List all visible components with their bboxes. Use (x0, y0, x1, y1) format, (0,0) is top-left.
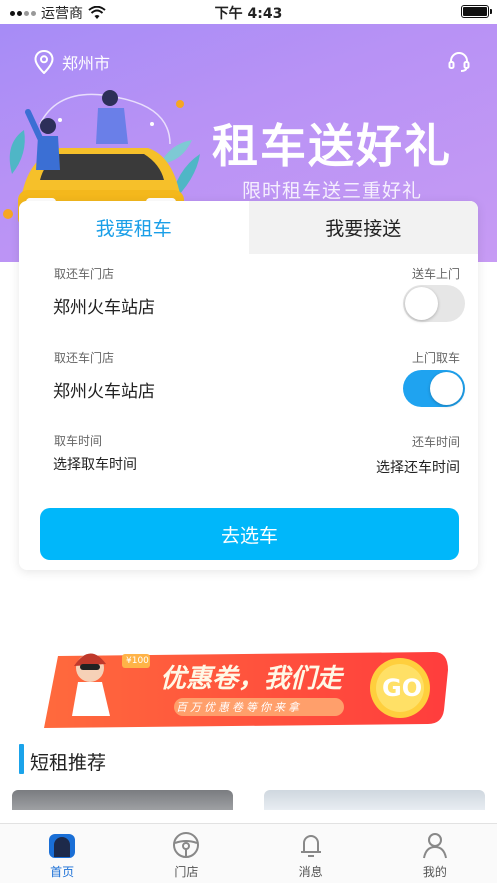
return-time-value[interactable]: 选择还车时间 (376, 457, 460, 477)
pickup-store-label: 取还车门店 (54, 267, 115, 281)
pickup-time-label: 取车时间 (54, 434, 103, 448)
hero-subtitle: 限时租车送三重好礼 (242, 180, 423, 202)
bottom-tab-bar: 首页 门店 消息 我的 (0, 823, 497, 883)
headset-icon (448, 52, 470, 72)
status-bar: 运营商 下午 4:43 (0, 0, 497, 24)
toggle-knob (430, 372, 463, 405)
tab-pickup-service[interactable]: 我要接送 (248, 201, 478, 254)
recommend-card-image[interactable] (264, 790, 485, 810)
bell-icon (300, 835, 321, 857)
return-time-label: 还车时间 (411, 435, 460, 449)
section-title: 短租推荐 (30, 752, 107, 774)
tab-home-label: 首页 (50, 865, 75, 879)
tab-messages-label: 消息 (298, 865, 323, 879)
tab-rent-car[interactable]: 我要租车 (19, 201, 249, 254)
banner-title: 优惠卷，我们走 (160, 664, 343, 694)
hero-title: 租车送好礼 (212, 119, 452, 173)
user-icon (422, 833, 447, 859)
tab-profile[interactable]: 我的 (373, 824, 497, 883)
booking-card: 我要租车 我要接送 取还车门店 郑州火车站店 送车上门 取还车门店 郑州火车站店… (19, 201, 478, 570)
return-store-label: 取还车门店 (54, 351, 115, 365)
banner-go-label: GO (382, 674, 423, 702)
steering-wheel-icon (173, 832, 200, 858)
tab-stores-label: 门店 (174, 865, 199, 879)
tab-home[interactable]: 首页 (0, 824, 124, 883)
recommend-card-image[interactable] (12, 790, 233, 810)
toggle-knob (405, 287, 438, 320)
city-label: 郑州市 (62, 54, 111, 73)
section-accent-bar (19, 744, 24, 774)
customer-service-button[interactable] (447, 50, 471, 78)
location-pin-icon (34, 50, 54, 74)
city-selector[interactable]: 郑州市 (34, 50, 110, 74)
battery-icon (461, 5, 492, 18)
pickup-store-value[interactable]: 郑州火车站店 (53, 293, 155, 318)
return-store-value[interactable]: 郑州火车站店 (53, 377, 155, 402)
booking-tabs: 我要租车 我要接送 (19, 201, 478, 254)
delivery-toggle[interactable] (403, 285, 465, 322)
tab-messages[interactable]: 消息 (249, 824, 373, 883)
choose-car-button[interactable]: 去选车 (40, 508, 459, 560)
pickup-toggle[interactable] (403, 370, 465, 407)
status-time: 下午 4:43 (214, 6, 283, 22)
home-icon (49, 834, 76, 858)
delivery-option-label: 送车上门 (411, 267, 460, 281)
tab-stores[interactable]: 门店 (124, 824, 248, 883)
pickup-option-label: 上门取车 (411, 351, 460, 365)
tab-profile-label: 我的 (422, 865, 447, 879)
banner-subtitle: 百万优惠卷等你来拿 (176, 701, 302, 714)
pickup-time-value[interactable]: 选择取车时间 (53, 454, 137, 474)
banner-coupon-tag: ¥100 (126, 656, 149, 666)
